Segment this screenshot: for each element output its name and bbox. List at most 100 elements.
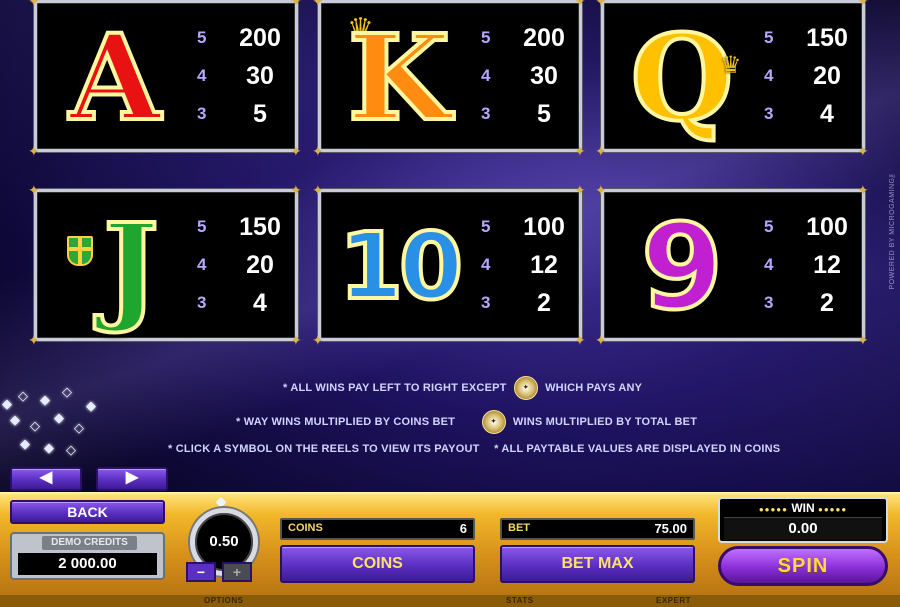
corner-ornament: ✦ (28, 182, 40, 198)
pay-amount: 30 (246, 61, 274, 90)
symbol-j: J (101, 197, 161, 336)
pay-amount: 4 (253, 288, 267, 317)
diamond-icon: ◇ (66, 442, 76, 457)
corner-ornament: ✦ (312, 0, 324, 9)
rule-line-1: * ALL WINS PAY LEFT TO RIGHT EXCEPT ✦ WH… (283, 376, 642, 400)
corner-ornament: ✦ (574, 332, 586, 348)
win-dots-right: ●●●●● (818, 505, 848, 514)
corner-ornament: ✦ (595, 0, 607, 9)
pay-count: 5 (764, 28, 774, 47)
diamond-icon: ◇ (18, 388, 28, 403)
back-label: BACK (67, 504, 108, 520)
corner-ornament: ✦ (574, 143, 586, 159)
pay-count: 5 (481, 28, 491, 47)
corner-ornament: ✦ (857, 143, 869, 159)
scatter-icon: ✦ (481, 410, 506, 434)
win-dots-left: ●●●●● (758, 505, 788, 514)
corner-ornament: ✦ (290, 143, 302, 159)
pay-values: 5 100 4 12 3 2 (481, 208, 571, 322)
diamond-icon: ◆ (20, 436, 30, 451)
win-display: ●●●●● WIN ●●●●● 0.00 (718, 497, 888, 543)
corner-ornament: ✦ (595, 332, 607, 348)
corner-ornament: ✦ (857, 182, 869, 198)
rule-text: * ALL WINS PAY LEFT TO RIGHT EXCEPT (283, 381, 507, 394)
coins-button-label: COINS (352, 555, 403, 572)
diamond-icon: ◆ (40, 392, 50, 407)
paytable-panel-a: ✦ ✦ ✦ ✦ A 5 200 4 30 3 5 (28, 0, 302, 158)
pay-count: 3 (197, 293, 207, 312)
pay-amount: 30 (530, 61, 558, 90)
coins-display: COINS 6 (280, 518, 475, 540)
rule-line-2: * WAY WINS MULTIPLIED BY COINS BET ✦ WIN… (236, 410, 697, 434)
paytable-panel-k: ✦ ✦ ✦ ✦ ♛ K 5 200 4 30 35 (312, 0, 586, 158)
symbol-k: K (346, 8, 453, 147)
pay-values: 5 200 4 30 3 5 (481, 19, 571, 133)
coins-value: 6 (459, 521, 467, 536)
credits-value: 2 000.00 (18, 553, 157, 575)
rule-text: * WAY WINS MULTIPLIED BY COINS BET (236, 415, 456, 428)
arrow-right-icon: ▶ (125, 469, 139, 486)
pay-count: 4 (764, 66, 774, 85)
options-tab[interactable]: OPTIONS (204, 596, 244, 605)
corner-ornament: ✦ (595, 143, 607, 159)
diamond-icon: ◆ (10, 412, 20, 427)
minus-icon: − (196, 564, 206, 580)
pay-amount: 150 (239, 212, 281, 241)
coins-button[interactable]: COINS (280, 545, 475, 583)
corner-ornament: ✦ (312, 332, 324, 348)
bet-max-button[interactable]: BET MAX (500, 545, 695, 583)
coin-size-decrease-button[interactable]: − (186, 562, 216, 582)
expert-tab[interactable]: EXPERT (656, 596, 691, 605)
paytable-panel-10: ✦ ✦ ✦ ✦ 10 5 100 4 12 3 2 (312, 183, 586, 347)
control-bar-footer (0, 595, 900, 607)
spin-label: SPIN (777, 555, 829, 577)
corner-ornament: ✦ (857, 332, 869, 348)
pay-count: 4 (481, 66, 491, 85)
coin-size-increase-button[interactable]: + (222, 562, 252, 582)
rule-line-3: * CLICK A SYMBOL ON THE REELS TO VIEW IT… (168, 443, 780, 455)
rule-text: * CLICK A SYMBOL ON THE REELS TO VIEW IT… (168, 443, 480, 455)
corner-ornament: ✦ (312, 143, 324, 159)
pay-count: 3 (481, 293, 491, 312)
pay-count: 5 (197, 28, 207, 47)
paytable-panel-j: ✦ ✦ ✦ ✦ J 5 150 4 20 3 4 (28, 183, 302, 347)
pay-count: 4 (481, 255, 491, 274)
spin-button[interactable]: SPIN (718, 546, 888, 586)
pay-values: 5 150 4 20 3 4 (764, 19, 854, 133)
scatter-icon: ✦ (513, 376, 538, 400)
corner-ornament: ✦ (290, 0, 302, 9)
rule-text: * ALL PAYTABLE VALUES ARE DISPLAYED IN C… (494, 443, 781, 455)
bet-max-label: BET MAX (561, 555, 634, 572)
corner-ornament: ✦ (28, 332, 40, 348)
pay-amount: 150 (806, 23, 848, 52)
rule-text: WINS MULTIPLIED BY TOTAL BET (512, 415, 698, 428)
pay-amount: 4 (820, 99, 834, 128)
corner-ornament: ✦ (574, 182, 586, 198)
powered-by-text: POWERED BY MICROGAMING™ (889, 170, 896, 290)
credits-label: DEMO CREDITS (42, 536, 137, 550)
corner-ornament: ✦ (28, 0, 40, 9)
pay-amount: 100 (806, 212, 848, 241)
corner-ornament: ✦ (312, 182, 324, 198)
pay-amount: 5 (537, 99, 551, 128)
rule-text: WHICH PAYS ANY (545, 381, 643, 394)
pay-count: 4 (764, 255, 774, 274)
next-page-button[interactable]: ▶ (96, 467, 168, 491)
pay-amount: 2 (537, 288, 551, 317)
pay-count: 3 (764, 293, 774, 312)
pay-count: 3 (481, 104, 491, 123)
pay-count: 4 (197, 255, 207, 274)
stats-tab[interactable]: STATS (506, 596, 534, 605)
plus-icon: + (232, 564, 242, 580)
back-button[interactable]: BACK (10, 500, 165, 524)
pay-amount: 20 (246, 250, 274, 279)
pay-amount: 200 (239, 23, 281, 52)
corner-ornament: ✦ (574, 0, 586, 9)
paytable-panel-9: ✦ ✦ ✦ ✦ 9 5 100 4 12 3 2 (595, 183, 869, 347)
win-header: ●●●●● WIN ●●●●● (720, 501, 886, 515)
symbol-a: A (67, 8, 163, 147)
symbol-9: 9 (639, 198, 725, 336)
pay-amount: 100 (523, 212, 565, 241)
prev-page-button[interactable]: ◀ (10, 467, 82, 491)
diamond-icon: ◇ (62, 384, 72, 399)
